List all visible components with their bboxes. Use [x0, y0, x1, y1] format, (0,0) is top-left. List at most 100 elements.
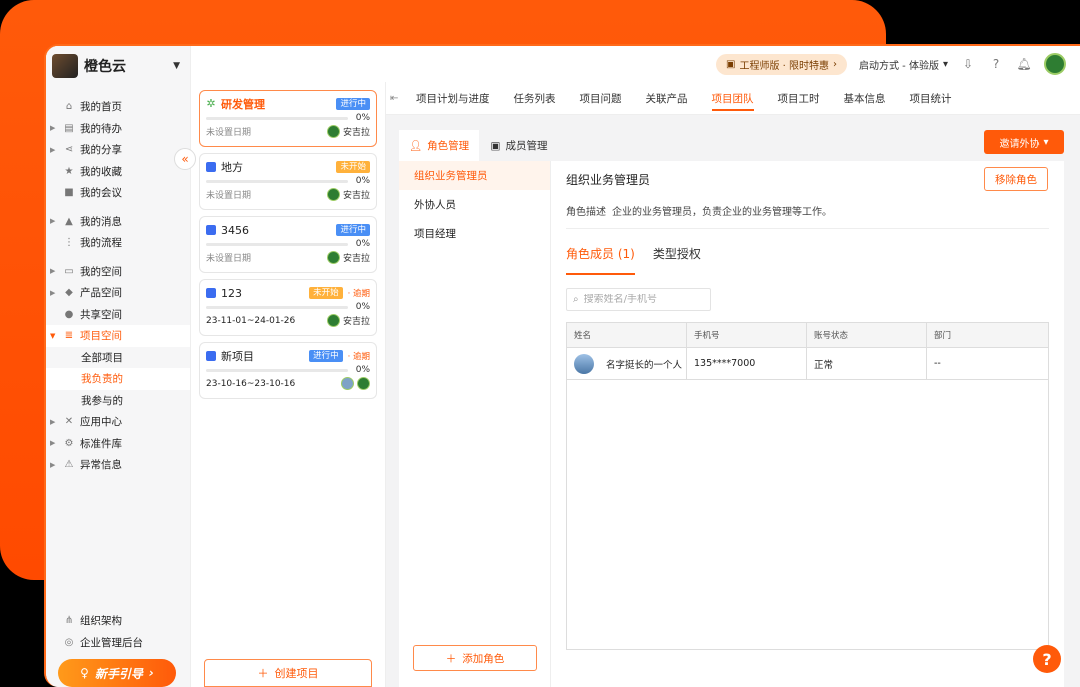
owner-name: 安吉拉: [342, 317, 370, 327]
sidebar-item-my-space[interactable]: ▶ ▭ 我的空间: [46, 261, 190, 283]
top-bar: ▣ 工程师版 · 限时特惠 › 启动方式 - 体验版 ▾ ⇩ ? 🔔︎: [46, 46, 1080, 82]
team-panel-body: 组织业务管理员 外协人员 项目经理 ＋ 添加角色 组织业务管理员 移除角色 角色…: [399, 161, 1064, 687]
progress-value: 0%: [355, 176, 370, 186]
caret-down-icon: ▾: [1043, 136, 1049, 148]
app-window: ▣ 工程师版 · 限时特惠 › 启动方式 - 体验版 ▾ ⇩ ? 🔔︎ 橙色云 …: [44, 44, 1080, 687]
sidebar-item-share[interactable]: ▶ ⋖ 我的分享: [46, 139, 190, 161]
progress-bar: [206, 242, 348, 246]
launch-mode-select[interactable]: 启动方式 - 体验版 ▾: [859, 57, 948, 72]
box-icon: ▭: [64, 265, 74, 277]
add-role-label: 添加角色: [462, 652, 505, 665]
sidebar-item-admin[interactable]: ◎ 企业管理后台: [46, 631, 190, 653]
promo-badge[interactable]: ▣ 工程师版 · 限时特惠 ›: [716, 53, 847, 75]
remove-role-button[interactable]: 移除角色: [984, 167, 1048, 191]
sidebar-item-workflow[interactable]: ⋮ 我的流程: [46, 232, 190, 254]
avatar: [326, 188, 340, 201]
role-item[interactable]: 外协人员: [399, 190, 550, 219]
project-card[interactable]: ✲ 研发管理 进行中 0% 未设置日期 安吉拉: [199, 90, 377, 147]
progress-bar: [206, 179, 348, 183]
project-name: 地方: [221, 161, 243, 174]
sidebar-item-app-center[interactable]: ▶ ✕ 应用中心: [46, 411, 190, 433]
sidebar-sub-all-projects[interactable]: 全部项目: [46, 347, 190, 369]
tab-type-auth[interactable]: 类型授权: [653, 241, 701, 275]
role-description-text: 企业的业务管理员，负责企业的业务管理等工作。: [612, 207, 832, 218]
table-row[interactable]: 名字挺长的一个人 135****7000 正常 --: [567, 348, 1048, 380]
sidebar-item-todo[interactable]: ▶ ▤ 我的待办: [46, 118, 190, 140]
project-card[interactable]: 123 未开始 · 逾期 0% 23-11-01~24-01-26 安吉拉: [199, 279, 377, 336]
guide-label: 新手引导: [94, 666, 143, 681]
warning-icon: ⚠: [64, 459, 74, 471]
menu-toggle-icon[interactable]: ⇤: [390, 93, 404, 104]
brand[interactable]: 橙色云 ▼: [46, 46, 190, 86]
user-avatar[interactable]: [1044, 53, 1066, 75]
bell-icon[interactable]: 🔔︎: [1016, 56, 1032, 72]
role-detail: 组织业务管理员 移除角色 角色描述 企业的业务管理员，负责企业的业务管理等工作。…: [551, 161, 1064, 687]
tab-plan[interactable]: 项目计划与进度: [404, 82, 502, 115]
gear-icon: ✲: [206, 97, 216, 110]
project-card[interactable]: 地方 未开始 0% 未设置日期 安吉拉: [199, 153, 377, 210]
role-item[interactable]: 组织业务管理员: [399, 161, 550, 190]
tab-role-members[interactable]: 角色成员 (1): [566, 241, 635, 275]
invite-button[interactable]: 邀请外协 ▾: [984, 130, 1064, 154]
sidebar-item-label: 我的流程: [80, 237, 122, 250]
sidebar-item-messages[interactable]: ▶ ▲ 我的消息: [46, 211, 190, 233]
sidebar: 橙色云 ▼ ⌂ 我的首页 ▶ ▤ 我的待办 ▶ ⋖ 我的分享 ★ 我的收藏 ■ 我的…: [46, 46, 191, 687]
tab-tasks[interactable]: 任务列表: [502, 82, 568, 115]
sidebar-item-label: 我的首页: [80, 101, 122, 114]
add-role-button[interactable]: ＋ 添加角色: [413, 645, 537, 671]
tab-issues[interactable]: 项目问题: [568, 82, 634, 115]
user-icon: 👤︎: [408, 140, 423, 152]
sidebar-item-shared-space[interactable]: ● 共享空间: [46, 304, 190, 326]
sidebar-item-meetings[interactable]: ■ 我的会议: [46, 182, 190, 204]
tab-info[interactable]: 基本信息: [832, 82, 898, 115]
collapse-sidebar-button[interactable]: «: [174, 148, 196, 170]
tab-hours[interactable]: 项目工时: [766, 82, 832, 115]
member-search[interactable]: ⌕: [566, 288, 711, 311]
sidebar-item-project-space[interactable]: ▼ ≣ 项目空间: [46, 325, 190, 347]
share-icon: ⋖: [64, 144, 74, 156]
search-input[interactable]: [583, 294, 702, 305]
cell-dept: --: [934, 358, 941, 369]
bulb-icon: ♀: [80, 666, 89, 680]
tab-role-management[interactable]: 👤︎ 角色管理: [399, 130, 479, 161]
download-icon[interactable]: ⇩: [960, 56, 976, 72]
sidebar-item-favorites[interactable]: ★ 我的收藏: [46, 161, 190, 183]
progress-bar: [206, 305, 348, 309]
overdue-label: · 逾期: [347, 352, 370, 362]
project-card[interactable]: 新项目 进行中 · 逾期 0% 23-10-16~23-10-16: [199, 342, 377, 399]
sidebar-item-label: 我的收藏: [80, 165, 122, 178]
plus-icon: ＋: [257, 667, 269, 680]
cell-phone: 135****7000: [687, 348, 807, 379]
sidebar-item-exceptions[interactable]: ▶ ⚠ 异常信息: [46, 454, 190, 476]
tab-products[interactable]: 关联产品: [634, 82, 700, 115]
settings-icon: ◎: [64, 636, 74, 648]
sidebar-item-org[interactable]: ⋔ 组织架构: [46, 609, 190, 631]
help-icon[interactable]: ?: [988, 56, 1004, 72]
sidebar-sub-participating[interactable]: 我参与的: [46, 390, 190, 412]
project-date: 23-10-16~23-10-16: [206, 378, 296, 389]
sidebar-item-label: 我的分享: [80, 144, 122, 157]
owner-name: 安吉拉: [342, 191, 370, 201]
sidebar-sub-my-responsible[interactable]: 我负责的: [46, 368, 190, 390]
sidebar-item-standard-parts[interactable]: ▶ ⚙ 标准件库: [46, 433, 190, 455]
create-project-button[interactable]: ＋ 创建项目: [204, 659, 372, 687]
apps-icon: ✕: [64, 416, 74, 428]
column-header: 部门: [934, 331, 952, 341]
guide-button[interactable]: ♀ 新手引导 ›: [58, 659, 176, 687]
sidebar-item-home[interactable]: ⌂ 我的首页: [46, 96, 190, 118]
progress-value: 0%: [355, 302, 370, 312]
help-float-button[interactable]: ?: [1033, 645, 1061, 673]
team-subtabs: 👤︎ 角色管理 ▣ 成员管理: [399, 130, 1064, 161]
tab-member-management[interactable]: ▣ 成员管理: [479, 130, 559, 161]
sidebar-item-product-space[interactable]: ▶ ◆ 产品空间: [46, 282, 190, 304]
progress-value: 0%: [355, 113, 370, 123]
team-panel: 👤︎ 角色管理 ▣ 成员管理 邀请外协 ▾ 组织业务管理员 外协人员 项目经理: [399, 130, 1064, 687]
stack-icon: ≣: [64, 330, 74, 342]
project-card[interactable]: 3456 进行中 0% 未设置日期 安吉拉: [199, 216, 377, 273]
progress-value: 0%: [355, 239, 370, 249]
project-name: 新项目: [221, 350, 254, 363]
sidebar-item-label: 共享空间: [80, 308, 122, 321]
tab-team[interactable]: 项目团队: [700, 82, 766, 115]
tab-stats[interactable]: 项目统计: [898, 82, 964, 115]
role-item[interactable]: 项目经理: [399, 219, 550, 248]
